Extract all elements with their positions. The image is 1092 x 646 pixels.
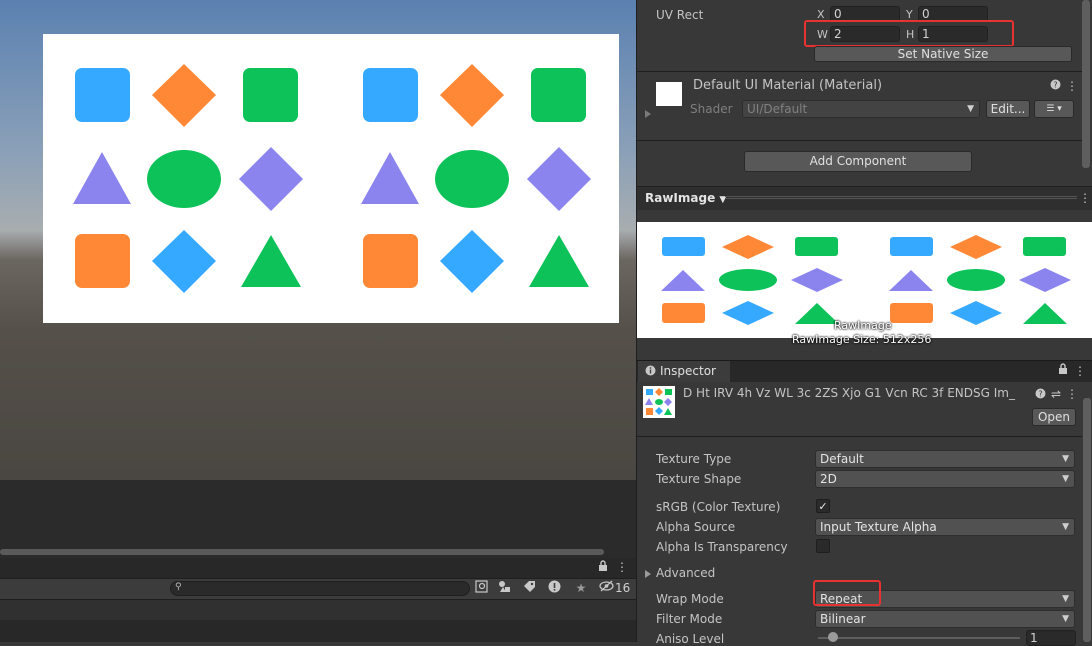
divider [637, 436, 1082, 437]
texture-tile-left [73, 64, 303, 293]
aniso-slider-track[interactable] [818, 637, 1020, 639]
svg-text:?: ? [1053, 81, 1057, 90]
aniso-slider-thumb[interactable] [828, 632, 838, 642]
checkmark-icon: ✓ [818, 500, 828, 513]
srgb-label: sRGB (Color Texture) [656, 500, 781, 514]
alpha-source-label: Alpha Source [656, 520, 736, 534]
shader-options-icon[interactable]: ☰ ▾ [1034, 100, 1074, 118]
filter-by-label-icon[interactable] [521, 580, 537, 596]
texture-type-label: Texture Type [656, 452, 732, 466]
project-list-area [0, 600, 636, 620]
preset-sliders-icon[interactable]: ⇌ [1049, 386, 1063, 401]
divider [637, 71, 1082, 72]
preview-tile-left [661, 235, 843, 325]
asset-help-icon[interactable]: ? [1034, 387, 1047, 401]
asset-thumbnail-shapes [645, 388, 672, 415]
texture-type-dropdown[interactable]: Default ▼ [815, 450, 1075, 468]
texture-shape-dropdown[interactable]: 2D ▼ [815, 470, 1075, 488]
texture-shape-value: 2D [820, 472, 837, 486]
tab-inspector[interactable]: Inspector [638, 361, 730, 382]
uv-rect-label: UV Rect [656, 8, 704, 22]
project-search-input[interactable]: ⚲ [170, 581, 470, 596]
dropdown-arrow-icon: ▼ [1062, 454, 1069, 464]
warning-icon[interactable] [546, 580, 562, 596]
asset-thumbnail [643, 386, 675, 418]
scene-lower-area [0, 480, 636, 558]
edit-shader-button[interactable]: Edit... [986, 100, 1030, 118]
aniso-level-field[interactable]: 1 [1026, 630, 1076, 646]
favorites-star-icon[interactable]: ★ [573, 580, 589, 596]
shader-label: Shader [690, 102, 733, 116]
svg-text:?: ? [1038, 390, 1042, 399]
open-asset-button[interactable]: Open [1032, 408, 1076, 426]
wh-highlight-box [804, 20, 1014, 47]
inspector-menu-icon[interactable]: ⋮ [1074, 363, 1086, 378]
help-icon[interactable]: ? [1048, 78, 1062, 92]
dropdown-arrow-icon: ▼ [1062, 594, 1069, 604]
advanced-foldout-label[interactable]: Advanced [656, 566, 715, 580]
alpha-source-dropdown[interactable]: Input Texture Alpha ▼ [815, 518, 1075, 536]
filter-by-type-icon[interactable] [496, 580, 512, 596]
divider [637, 140, 1082, 141]
alpha-transparency-checkbox[interactable] [816, 539, 830, 553]
texture-shape-label: Texture Shape [656, 472, 742, 486]
material-preview-swatch [656, 82, 682, 106]
dropdown-arrow-icon: ▼ [1062, 522, 1069, 532]
inspector-top-scrollbar[interactable] [1082, 0, 1090, 168]
srgb-checkbox[interactable]: ✓ [816, 499, 830, 513]
asset-name: D Ht IRV 4h Vz WL 3c 2ZS Xjo G1 Vcn RC 3… [683, 386, 1015, 400]
asset-menu-icon[interactable]: ⋮ [1066, 386, 1078, 401]
material-menu-icon[interactable]: ⋮ [1066, 78, 1078, 93]
dropdown-arrow-icon: ▼ [967, 104, 974, 114]
preview-dropdown[interactable]: RawImage ▼ [645, 191, 726, 205]
hidden-eye-icon[interactable] [598, 580, 614, 596]
lock-icon[interactable] [596, 560, 610, 576]
wrap-mode-highlight-box [813, 580, 881, 606]
hidden-count: 16 [615, 581, 631, 595]
alpha-transparency-label: Alpha Is Transparency [656, 540, 788, 554]
raw-image-canvas [43, 34, 619, 323]
inspector-lock-icon[interactable] [1057, 363, 1069, 377]
inspector-scrollbar[interactable] [1083, 398, 1091, 642]
alpha-source-value: Input Texture Alpha [820, 520, 937, 534]
preview-menu-icon[interactable]: ⋮ [1079, 190, 1091, 206]
texture-type-value: Default [820, 452, 864, 466]
filter-mode-label: Filter Mode [656, 612, 723, 626]
preview-tile-right [889, 235, 1071, 325]
preview-drag-handle[interactable] [725, 196, 1077, 199]
add-component-button[interactable]: Add Component [744, 151, 972, 172]
panel-menu-icon[interactable]: ⋮ [616, 559, 628, 575]
texture-tile-right [361, 64, 591, 293]
preview-caption: RawImage [834, 319, 892, 332]
filter-mode-value: Bilinear [820, 612, 866, 626]
aniso-level-label: Aniso Level [656, 632, 725, 646]
material-title: Default UI Material (Material) [693, 78, 883, 93]
shapes-texture [73, 64, 591, 293]
dropdown-arrow-icon: ▼ [1062, 474, 1069, 484]
set-native-size-button[interactable]: Set Native Size [814, 46, 1072, 62]
preview-title: RawImage [645, 191, 716, 205]
search-icon: ⚲ [175, 582, 182, 592]
scene-scrollbar-thumb[interactable] [0, 549, 604, 555]
tab-inspector-label: Inspector [660, 364, 716, 378]
advanced-foldout-arrow-icon[interactable] [645, 570, 651, 578]
material-foldout-arrow-icon[interactable] [645, 110, 651, 118]
preview-size-caption: RawImage Size: 512x256 [792, 333, 932, 346]
search-by-type-icon[interactable] [473, 580, 489, 596]
info-icon [645, 365, 656, 379]
shader-value: UI/Default [747, 102, 808, 116]
shader-dropdown[interactable]: UI/Default ▼ [742, 100, 980, 118]
dropdown-arrow-icon: ▼ [1062, 614, 1069, 624]
filter-mode-dropdown[interactable]: Bilinear ▼ [815, 610, 1075, 628]
wrap-mode-label: Wrap Mode [656, 592, 724, 606]
